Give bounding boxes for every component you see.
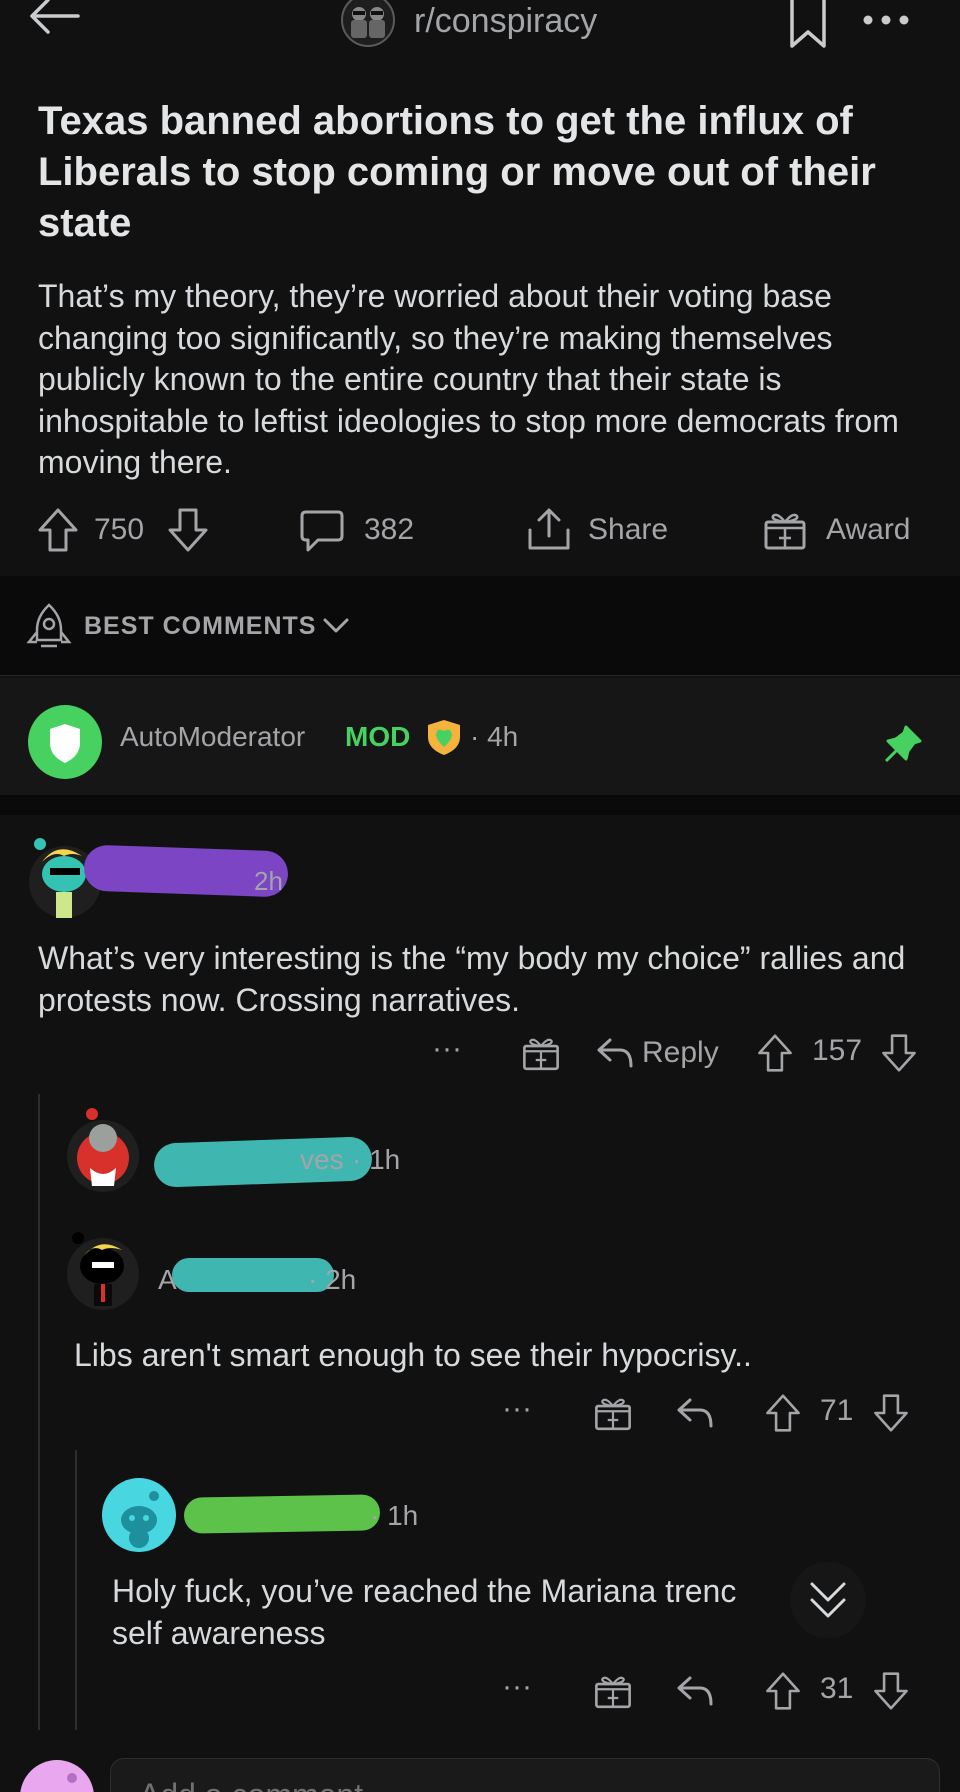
mod-badge: MOD	[345, 721, 411, 752]
top-bar: r/conspiracy	[0, 0, 960, 50]
gift-icon[interactable]	[592, 1670, 634, 1712]
pin-icon	[884, 725, 922, 763]
bookmark-button[interactable]	[786, 0, 830, 50]
post-action-bar: 750 382 Share Award	[0, 500, 960, 560]
reply-label: Reply	[642, 1036, 719, 1069]
comment-3-time: · 2h	[308, 1264, 357, 1295]
comment-4-avatar[interactable]	[102, 1478, 176, 1552]
downvote-arrow-icon[interactable]	[880, 1032, 918, 1074]
scroll-to-next-button[interactable]	[790, 1562, 866, 1638]
comment-count: 382	[364, 513, 415, 546]
upvote-button[interactable]	[36, 500, 80, 560]
comment-1-text: What’s very interesting is the “my body …	[38, 940, 906, 1018]
automod-time: · 4h	[470, 721, 519, 752]
comment-4-actions: ··· 31	[0, 1662, 960, 1712]
upvote-arrow-icon[interactable]	[764, 1670, 802, 1712]
gift-icon[interactable]	[520, 1032, 562, 1074]
arrow-left-icon	[30, 0, 80, 34]
mod-shield-icon	[428, 720, 460, 755]
more-horizontal-icon	[863, 15, 909, 25]
comment-bubble-icon	[300, 510, 344, 552]
upvote-arrow-icon	[38, 508, 78, 552]
comment-3-avatar[interactable]	[66, 1226, 140, 1310]
rocket-icon	[26, 603, 72, 648]
comment-3-more-button[interactable]: ···	[502, 1392, 532, 1426]
automod-avatar	[28, 705, 102, 779]
award-button[interactable]: Award	[762, 500, 911, 560]
upvote-arrow-icon[interactable]	[756, 1032, 794, 1074]
double-chevron-down-icon	[810, 1582, 846, 1618]
redacted-username	[183, 1494, 381, 1534]
back-button[interactable]	[26, 0, 82, 44]
share-label: Share	[588, 513, 669, 546]
comment-4-vote-count: 31	[820, 1672, 854, 1705]
subreddit-name[interactable]: r/conspiracy	[414, 2, 597, 41]
comment-2-time: · 1h	[352, 1144, 401, 1175]
comment-4-time: · 1h	[370, 1500, 419, 1531]
sort-bar[interactable]: BEST COMMENTS	[0, 576, 960, 676]
comment-2-avatar[interactable]	[66, 1108, 140, 1192]
comment-3-text: Libs aren't smart enough to see their hy…	[74, 1337, 752, 1373]
gift-icon	[764, 513, 806, 550]
reply-arrow-icon	[597, 1038, 633, 1068]
post-vote-count: 750	[94, 513, 145, 546]
add-comment-input[interactable]: Add a comment	[110, 1758, 940, 1792]
downvote-arrow-icon[interactable]	[872, 1392, 910, 1434]
sort-label: BEST COMMENTS	[84, 612, 317, 640]
gift-icon[interactable]	[592, 1392, 634, 1434]
reply-arrow-icon[interactable]	[676, 1674, 714, 1708]
more-options-button[interactable]	[862, 4, 910, 34]
comment-4-more-button[interactable]: ···	[502, 1670, 532, 1704]
reply-arrow-icon[interactable]	[676, 1396, 714, 1430]
downvote-button[interactable]	[166, 500, 210, 560]
comment-1-more-button[interactable]: ···	[432, 1032, 462, 1066]
award-label: Award	[826, 513, 911, 546]
downvote-arrow-icon	[168, 508, 208, 552]
downvote-arrow-icon[interactable]	[872, 1670, 910, 1712]
bookmark-icon	[790, 0, 826, 48]
comment-1-vote-count: 157	[812, 1034, 863, 1067]
comment-2-name-partial: ves	[300, 1144, 344, 1175]
post-body: That’s my theory, they’re worried about …	[38, 278, 899, 480]
upvote-arrow-icon[interactable]	[764, 1392, 802, 1434]
comment-1-reply-button[interactable]: Reply	[596, 1032, 719, 1074]
comment-3-actions: ··· 71	[0, 1384, 960, 1434]
share-icon	[528, 508, 570, 550]
automod-comment-collapsed[interactable]: AutoModerator MOD · 4h	[0, 677, 960, 795]
comment-1-time-partial: 2h	[254, 866, 283, 896]
section-divider	[0, 795, 960, 815]
post-title: Texas banned abortions to get the influx…	[38, 99, 876, 245]
share-button[interactable]: Share	[526, 500, 668, 560]
automod-username[interactable]: AutoModerator	[120, 721, 305, 753]
chevron-down-icon	[323, 618, 349, 633]
subreddit-avatar[interactable]	[340, 0, 396, 48]
comment-1-actions: ··· Reply 157	[0, 1028, 960, 1078]
comments-button[interactable]: 382	[298, 500, 414, 560]
comment-3-vote-count: 71	[820, 1394, 854, 1427]
user-avatar[interactable]	[20, 1760, 94, 1792]
